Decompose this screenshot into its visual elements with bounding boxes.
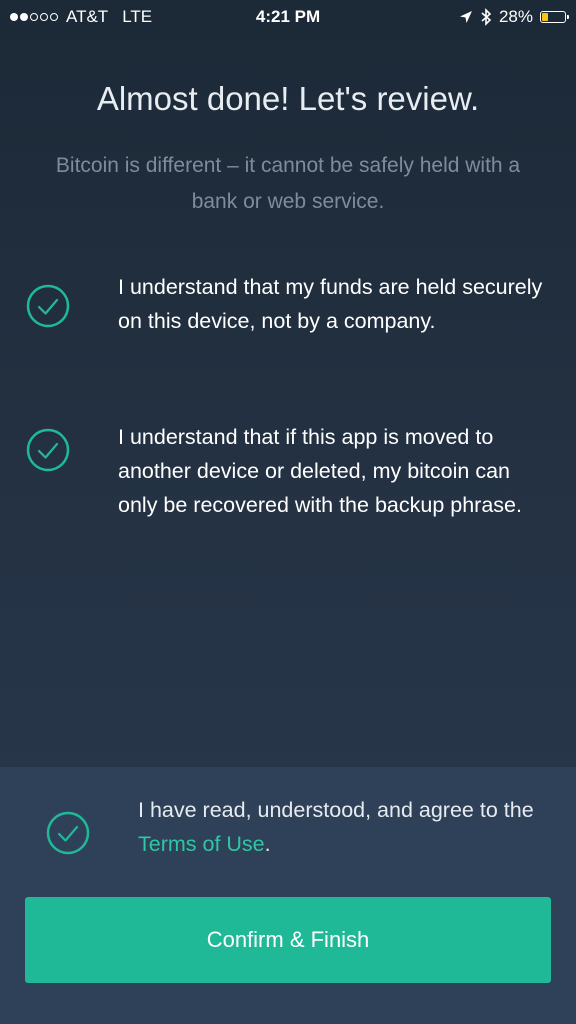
checklist-text: I understand that my funds are held secu… (118, 275, 543, 333)
terms-suffix: . (264, 832, 271, 856)
page-subtitle: Bitcoin is different – it cannot be safe… (55, 154, 521, 213)
terms-check-circle-icon[interactable] (46, 811, 90, 855)
bottom-panel: I have read, understood, and agree to th… (0, 767, 576, 1024)
checklist-item-funds[interactable]: I understand that my funds are held secu… (0, 268, 576, 372)
status-bar: AT&T LTE 4:21 PM 28% (0, 0, 576, 34)
checklist-item-backup[interactable]: I understand that if this app is moved t… (0, 418, 576, 554)
status-left: AT&T LTE (10, 7, 152, 27)
battery-percent: 28% (498, 7, 533, 26)
signal-dot (30, 13, 38, 21)
bluetooth-icon (481, 8, 492, 26)
status-right: 28% (459, 7, 569, 27)
location-arrow-icon (459, 11, 472, 23)
check-circle-icon[interactable] (26, 428, 70, 472)
battery-icon (540, 11, 569, 23)
terms-agreement-text: I have read, understood, and agree to th… (138, 793, 548, 861)
terms-prefix: I have read, understood, and agree to th… (138, 798, 534, 822)
signal-dot (10, 13, 18, 21)
carrier-name: AT&T (66, 7, 109, 26)
review-screen: AT&T LTE 4:21 PM 28% Almost done! Let's … (0, 0, 576, 1024)
confirm-finish-button[interactable]: Confirm & Finish (25, 897, 551, 983)
battery-level (542, 13, 549, 21)
signal-dot (40, 13, 48, 21)
signal-strength-icon (10, 13, 58, 21)
checklist-text: I understand that if this app is moved t… (118, 425, 522, 517)
page-title: Almost done! Let's review. (96, 80, 480, 117)
network-type: LTE (122, 7, 153, 26)
signal-dot (50, 13, 58, 21)
check-circle-icon[interactable] (26, 284, 70, 328)
signal-dot (20, 13, 28, 21)
terms-of-use-link[interactable]: Terms of Use (138, 832, 265, 856)
